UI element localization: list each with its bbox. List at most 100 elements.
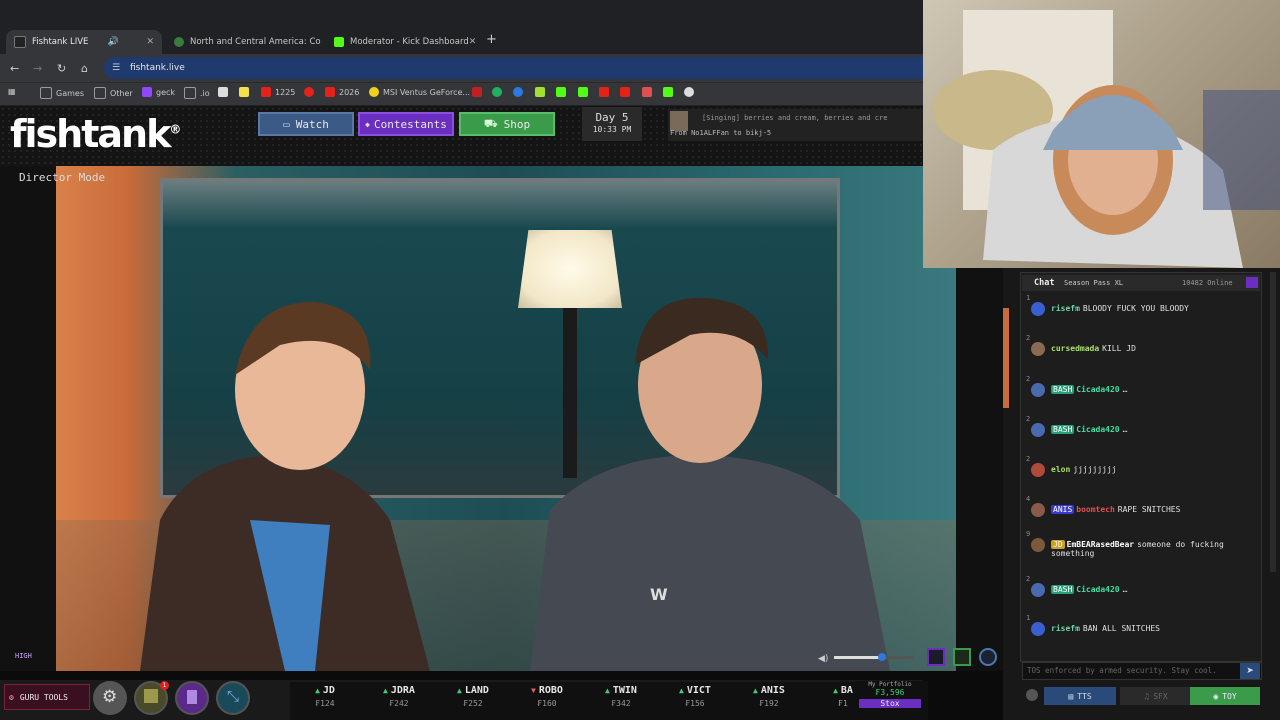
- chat-collapse-strip[interactable]: [1003, 308, 1009, 408]
- settings-button[interactable]: ⚙: [93, 681, 127, 715]
- send-icon[interactable]: ➤: [1240, 663, 1260, 679]
- url-text: fishtank.live: [130, 63, 185, 73]
- stock-jd[interactable]: ▲ JD ₣124: [290, 685, 360, 708]
- volume-knob[interactable]: [878, 653, 886, 661]
- stock-land[interactable]: ▲ LAND ₣252: [438, 685, 508, 708]
- sfx-button[interactable]: ♫ SFX: [1120, 687, 1192, 705]
- stock-robo[interactable]: ▼ ROBO ₣160: [512, 685, 582, 708]
- stock-price: ₣242: [389, 699, 409, 708]
- season-pass-tab[interactable]: Season Pass XL: [1064, 279, 1123, 287]
- tab-north-central-america[interactable]: North and Central America: Co ✕: [166, 30, 322, 54]
- bookmark-other[interactable]: Other: [94, 87, 133, 99]
- stock-jdra[interactable]: ▲ JDRA ₣242: [364, 685, 434, 708]
- sender-avatar: [670, 111, 688, 131]
- bookmark-icon-misc[interactable]: [620, 87, 634, 97]
- user-avatar[interactable]: [1031, 302, 1045, 316]
- arrow-up-icon: ▲: [457, 686, 462, 695]
- bookmark-icon-misc[interactable]: [599, 87, 613, 97]
- bookmark-label: 2026: [339, 87, 360, 97]
- bookmark-1225[interactable]: 1225: [261, 87, 295, 97]
- username[interactable]: elon: [1051, 465, 1070, 474]
- chat-scrollbar[interactable]: [1270, 272, 1276, 572]
- items-button[interactable]: [175, 681, 209, 715]
- mute-icon[interactable]: 🔊: [108, 37, 119, 47]
- watch-button[interactable]: ▭ Watch: [258, 112, 354, 136]
- bookmark-msi[interactable]: MSI Ventus GeForce...: [369, 87, 470, 97]
- user-avatar[interactable]: [1031, 463, 1045, 477]
- settings-dot-icon[interactable]: [979, 648, 997, 666]
- quality-badge[interactable]: HIGH: [15, 652, 32, 660]
- theater-mode-icon[interactable]: [927, 648, 945, 666]
- tab-fishtank[interactable]: Fishtank LIVE 🔊 ✕: [6, 30, 162, 54]
- chat-input[interactable]: TOS enforced by armed security. Stay coo…: [1022, 662, 1262, 680]
- bookmark-icon-misc[interactable]: [535, 87, 549, 97]
- volume-icon[interactable]: ◀): [818, 654, 828, 664]
- username[interactable]: EmBEARasedBear: [1067, 540, 1134, 549]
- bookmark-icon-misc[interactable]: [642, 87, 656, 97]
- app-icon: [535, 87, 545, 97]
- user-avatar[interactable]: [1031, 622, 1045, 636]
- username[interactable]: boomtech: [1076, 505, 1115, 514]
- back-icon[interactable]: ←: [10, 62, 19, 75]
- chat-tab[interactable]: Chat: [1034, 278, 1054, 288]
- apps-grid-icon[interactable]: ▦: [8, 87, 16, 96]
- close-tab-icon[interactable]: ✕: [321, 37, 322, 47]
- portfolio-panel[interactable]: My Portfolio ₣3,596 Stox: [855, 681, 925, 717]
- stock-twin[interactable]: ▲ TWIN ₣342: [586, 685, 656, 708]
- stox-button[interactable]: Stox: [859, 699, 921, 708]
- bookmark-icon-misc[interactable]: [218, 87, 232, 97]
- username[interactable]: Cicada420: [1076, 385, 1119, 394]
- shop-button[interactable]: ⛟ Shop: [459, 112, 555, 136]
- fishtank-logo[interactable]: fishtank®: [10, 112, 181, 156]
- bookmark-icon-misc[interactable]: [472, 87, 486, 97]
- bookmark-icon-misc[interactable]: [513, 87, 527, 97]
- message-text: RAPE SNITCHES: [1117, 505, 1181, 514]
- guru-tools-button[interactable]: ⚙ GURU TOOLS: [4, 684, 90, 710]
- home-icon[interactable]: ⌂: [81, 62, 88, 75]
- new-tab-icon[interactable]: +: [486, 32, 497, 47]
- bookmark-games[interactable]: Games: [40, 87, 84, 99]
- settings-gear-icon: ⚙: [102, 687, 118, 707]
- close-tab-icon[interactable]: ✕: [469, 37, 477, 47]
- user-avatar[interactable]: [1031, 538, 1045, 552]
- bookmark-icon-misc[interactable]: [304, 87, 318, 97]
- director-mode-label[interactable]: Director Mode: [19, 171, 105, 184]
- close-tab-icon[interactable]: ✕: [146, 37, 154, 47]
- toy-button[interactable]: ◉ TOY: [1190, 687, 1260, 705]
- username[interactable]: Cicada420: [1076, 425, 1119, 434]
- fullscreen-icon[interactable]: [953, 648, 971, 666]
- user-avatar[interactable]: [1031, 583, 1045, 597]
- volume-slider[interactable]: [834, 653, 914, 661]
- bookmark-icon-misc[interactable]: [556, 87, 570, 97]
- site-info-icon[interactable]: ☰: [112, 57, 120, 79]
- user-avatar[interactable]: [1031, 342, 1045, 356]
- bookmark-icon-misc[interactable]: [578, 87, 592, 97]
- stock-anis[interactable]: ▲ ANIS ₣192: [734, 685, 804, 708]
- username[interactable]: Cicada420: [1076, 585, 1119, 594]
- stock-ticker-symbol: ▲ JDRA: [364, 685, 434, 696]
- bookmark-icon-misc[interactable]: [239, 87, 253, 97]
- bookmark-icon-misc[interactable]: [663, 87, 677, 97]
- forward-icon[interactable]: →: [33, 62, 42, 75]
- user-avatar[interactable]: [1031, 423, 1045, 437]
- contestants-button[interactable]: ◆ Contestants: [358, 112, 454, 136]
- bookmark-geck[interactable]: geck: [142, 87, 175, 97]
- bookmark-2026[interactable]: 2026: [325, 87, 359, 97]
- username[interactable]: risefm: [1051, 624, 1080, 633]
- user-avatar[interactable]: [1031, 503, 1045, 517]
- bookmark-icon-misc[interactable]: [492, 87, 506, 97]
- reload-icon[interactable]: ↻: [57, 62, 66, 75]
- fishing-button[interactable]: ⤡: [216, 681, 250, 715]
- username[interactable]: risefm: [1051, 304, 1080, 313]
- emoji-icon[interactable]: [1026, 689, 1038, 701]
- bookmark-icon-misc[interactable]: [684, 87, 698, 97]
- bookmark-io[interactable]: .io: [184, 87, 210, 99]
- stock-vict[interactable]: ▲ VICT ₣156: [660, 685, 730, 708]
- tts-button[interactable]: ▤ TTS: [1044, 687, 1116, 705]
- chat-menu-icon[interactable]: [1246, 277, 1258, 288]
- tab-kick-dashboard[interactable]: Moderator - Kick Dashboard ✕: [326, 30, 482, 54]
- url-field[interactable]: ☰ fishtank.live: [104, 57, 923, 79]
- ticker-text: ANIS: [760, 685, 785, 696]
- username[interactable]: cursedmada: [1051, 344, 1099, 353]
- user-avatar[interactable]: [1031, 383, 1045, 397]
